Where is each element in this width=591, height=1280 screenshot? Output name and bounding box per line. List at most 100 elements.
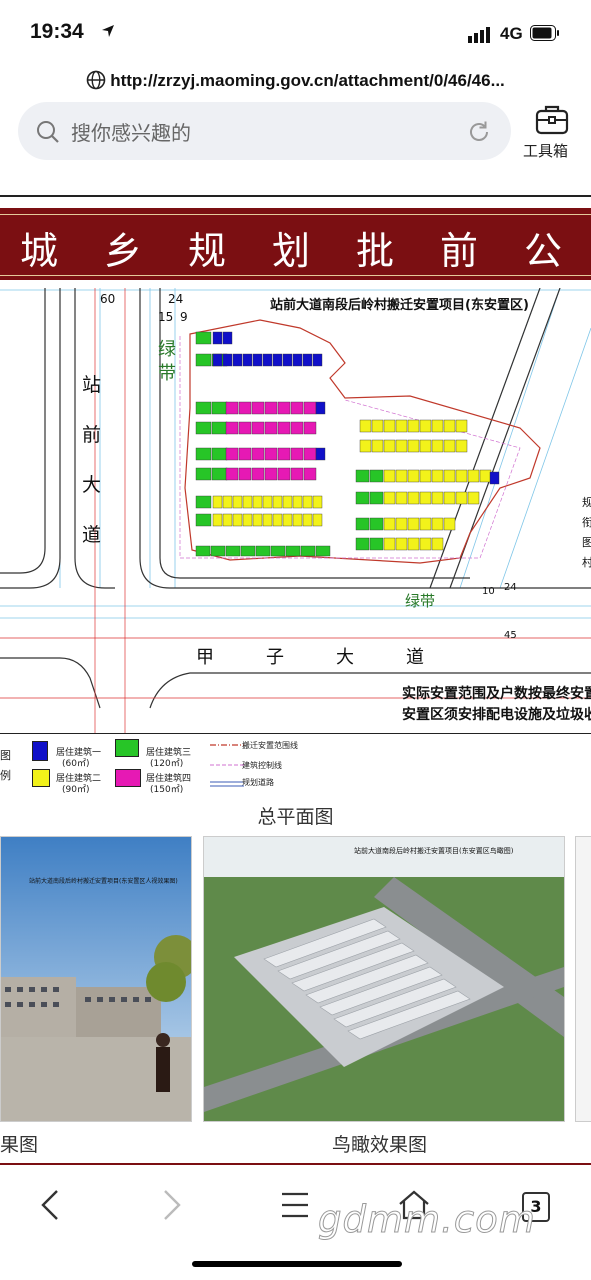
building-unit [431, 537, 444, 551]
building-unit [262, 353, 273, 367]
building-unit [383, 469, 396, 483]
toolbox-button[interactable]: 工具箱 [520, 100, 584, 162]
building-unit [395, 537, 408, 551]
building-unit [290, 447, 304, 461]
building-unit [315, 545, 331, 557]
building-unit [222, 331, 233, 345]
building-unit [292, 513, 303, 527]
building-unit [407, 517, 420, 531]
building-unit [264, 421, 278, 435]
building-unit [315, 447, 326, 461]
building-unit [262, 513, 273, 527]
building-unit [277, 467, 291, 481]
building-unit [195, 513, 212, 527]
legend-swatch-type3 [115, 739, 139, 757]
building-unit [355, 491, 370, 505]
legend-swatch-type1 [32, 741, 48, 761]
building-unit [302, 495, 313, 509]
reload-icon[interactable] [466, 119, 492, 145]
building-unit [443, 491, 456, 505]
building-unit [195, 545, 211, 557]
legend-swatch-type2 [32, 769, 50, 787]
building-unit [195, 467, 212, 481]
building-unit [312, 513, 323, 527]
building-unit [277, 401, 291, 415]
side-text-1: 规 [582, 496, 591, 509]
signal-bars-icon [468, 27, 490, 43]
building-unit [290, 421, 304, 435]
building-unit [222, 495, 233, 509]
search-icon [37, 121, 59, 143]
home-indicator[interactable] [192, 1261, 402, 1267]
forward-icon[interactable] [160, 1188, 184, 1222]
building-unit [225, 545, 241, 557]
footer-divider [0, 1163, 591, 1165]
aerial-view-render[interactable]: 站前大道南段后岭村搬迁安置项目(东安置区鸟瞰图) [203, 836, 565, 1122]
building-unit [312, 353, 323, 367]
building-unit [282, 495, 293, 509]
menu-icon[interactable] [280, 1190, 310, 1220]
building-unit [272, 353, 283, 367]
building-unit [232, 495, 243, 509]
building-unit [290, 467, 304, 481]
building-unit [383, 419, 396, 433]
building-unit [270, 545, 286, 557]
building-unit [212, 331, 223, 345]
building-unit [407, 537, 420, 551]
street-view-render[interactable]: 站前大道南段后岭村搬迁安置项目(东安置区人视效果图) [0, 836, 192, 1122]
toolbox-icon [535, 105, 569, 135]
building-unit [195, 401, 212, 415]
building-unit [252, 353, 263, 367]
document-content: 城乡规划批前公 站前大道南段后岭村搬迁安置项目(东安置区) 站前大道 绿带 绿带… [0, 170, 591, 1165]
street-view-render-art: 站前大道南段后岭村搬迁安置项目(东安置区人视效果图) [1, 837, 191, 1121]
building-unit [302, 513, 313, 527]
building-unit [292, 353, 303, 367]
building-unit [264, 467, 278, 481]
battery-icon [530, 25, 559, 41]
building-unit [369, 469, 384, 483]
aerial-view-render-art: 站前大道南段后岭村搬迁安置项目(东安置区鸟瞰图) [204, 837, 564, 1121]
building-unit [303, 421, 317, 435]
building-unit [303, 447, 317, 461]
building-unit [303, 401, 317, 415]
legend-area-type3: (120㎡) [150, 759, 184, 769]
legend-area-type1: (60㎡) [62, 759, 90, 769]
building-unit [282, 353, 293, 367]
back-icon[interactable] [38, 1188, 62, 1222]
building-unit [355, 537, 370, 551]
green-belt-label-west: 绿带 [158, 339, 176, 384]
dim-9: 9 [180, 310, 188, 324]
building-unit [211, 467, 228, 481]
building-unit [240, 545, 256, 557]
url-display[interactable]: http://zrzyj.maoming.gov.cn/attachment/0… [0, 70, 591, 92]
banner-title: 城乡规划批前公 [20, 229, 591, 273]
building-unit [369, 537, 384, 551]
building-unit [455, 491, 468, 505]
building-unit [242, 353, 253, 367]
search-placeholder: 搜你感兴趣的 [71, 121, 191, 145]
divider [0, 195, 591, 197]
next-image-peek[interactable] [575, 836, 591, 1122]
building-unit [407, 469, 420, 483]
building-unit [264, 401, 278, 415]
dim-24: 24 [168, 292, 184, 306]
aerial-view-inner-title: 站前大道南段后岭村搬迁安置项目(东安置区鸟瞰图) [354, 846, 514, 855]
building-unit [212, 495, 223, 509]
building-unit [431, 491, 444, 505]
building-unit [285, 545, 301, 557]
building-unit [419, 517, 432, 531]
street-view-caption: 果图 [0, 1134, 39, 1156]
building-unit [225, 401, 239, 415]
search-bar[interactable]: 搜你感兴趣的 [18, 102, 511, 160]
building-unit [467, 491, 480, 505]
site-plan: 站前大道南段后岭村搬迁安置项目(东安置区) 站前大道 绿带 绿带 甲子大道 60… [0, 288, 591, 734]
road-label-west: 站前大道 [82, 374, 102, 546]
building-unit [238, 447, 252, 461]
building-unit [407, 439, 420, 453]
building-unit [371, 419, 384, 433]
building-unit [212, 513, 223, 527]
location-arrow-icon [102, 25, 114, 37]
dim-24b: 24 [504, 582, 517, 593]
building-unit [455, 439, 468, 453]
dim-60: 60 [100, 292, 116, 306]
